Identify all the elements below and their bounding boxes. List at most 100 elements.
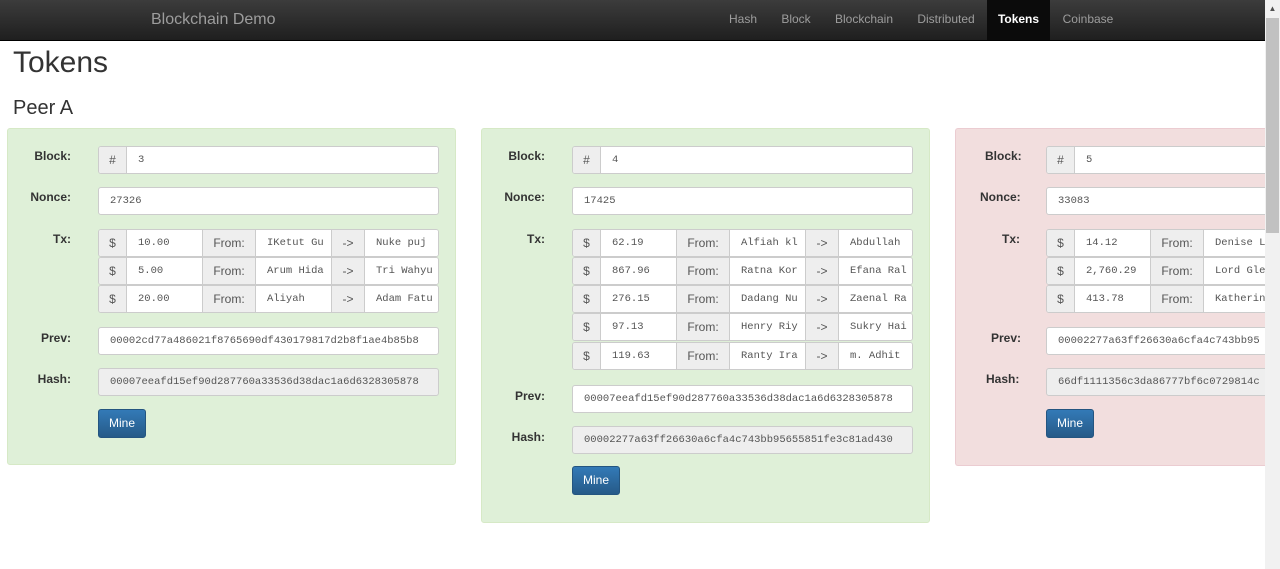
tx-label: Tx: xyxy=(1002,232,1020,246)
dollar-addon: $ xyxy=(1047,258,1074,284)
tx-amount-input[interactable]: 10.00 xyxy=(126,230,202,256)
tx-to-input[interactable]: Sukry Hai xyxy=(838,314,912,340)
nav-tokens[interactable]: Tokens xyxy=(987,0,1050,40)
dollar-addon: $ xyxy=(573,343,600,369)
tx-amount-input[interactable]: 276.15 xyxy=(600,286,676,312)
tx-row: $ 62.19 From: Alfiah kl -> Abdullah xyxy=(572,229,913,257)
block-number-input[interactable]: 4 xyxy=(600,147,912,173)
tx-from-input[interactable]: Dadang Nu xyxy=(729,286,805,312)
tx-from-input[interactable]: Ratna Kor xyxy=(729,258,805,284)
tx-amount-input[interactable]: 20.00 xyxy=(126,286,202,312)
from-addon: From: xyxy=(1150,230,1203,256)
navbar: Blockchain Demo Hash Block Blockchain Di… xyxy=(0,0,1265,41)
tx-row: $ 413.78 From: Katherin xyxy=(1046,285,1265,313)
tx-row: $ 5.00 From: Arum Hida -> Tri Wahyu xyxy=(98,257,439,285)
block-hash-field: 00002277a63ff26630a6cfa4c743bb95655851fe… xyxy=(572,426,913,454)
mine-button[interactable]: Mine xyxy=(98,409,146,438)
block-number-input[interactable]: 3 xyxy=(126,147,438,173)
block-card-2: Block: # 4 Nonce: 17425 Tx: $ 62.19 From… xyxy=(481,128,930,523)
vertical-scrollbar[interactable]: ▲ xyxy=(1265,0,1280,569)
dollar-addon: $ xyxy=(573,286,600,312)
hash-label: Hash: xyxy=(511,430,545,444)
from-addon: From: xyxy=(676,258,729,284)
nonce-label: Nonce: xyxy=(504,190,545,204)
tx-amount-input[interactable]: 413.78 xyxy=(1074,286,1150,312)
tx-row: $ 119.63 From: Ranty Ira -> m. Adhit xyxy=(572,342,913,370)
block-label: Block: xyxy=(985,149,1022,163)
arrow-addon: -> xyxy=(805,286,838,312)
arrow-addon: -> xyxy=(331,286,364,312)
arrow-addon: -> xyxy=(805,343,838,369)
from-addon: From: xyxy=(676,286,729,312)
prev-hash-input[interactable]: 00007eeafd15ef90d287760a33536d38dac1a6d6… xyxy=(572,385,913,413)
nav-coinbase[interactable]: Coinbase xyxy=(1050,0,1126,40)
block-number-group: # 4 xyxy=(572,146,913,174)
dollar-addon: $ xyxy=(1047,230,1074,256)
from-addon: From: xyxy=(202,230,255,256)
tx-to-input[interactable]: m. Adhit xyxy=(838,343,912,369)
tx-from-input[interactable]: Aliyah xyxy=(255,286,331,312)
tx-from-input[interactable]: Henry Riy xyxy=(729,314,805,340)
block-card-1: Block: # 3 Nonce: 27326 Tx: $ 10.00 From… xyxy=(7,128,456,465)
tx-row: $ 14.12 From: Denise L xyxy=(1046,229,1265,257)
from-addon: From: xyxy=(1150,258,1203,284)
tx-to-input[interactable]: Nuke puj xyxy=(364,230,438,256)
tx-amount-input[interactable]: 14.12 xyxy=(1074,230,1150,256)
tx-label: Tx: xyxy=(53,232,71,246)
nav-block[interactable]: Block xyxy=(769,0,823,40)
block-number-group: # 3 xyxy=(98,146,439,174)
tx-to-input[interactable]: Abdullah xyxy=(838,230,912,256)
from-addon: From: xyxy=(1150,286,1203,312)
tx-amount-input[interactable]: 867.96 xyxy=(600,258,676,284)
block-number-input[interactable]: 5 xyxy=(1074,147,1265,173)
nonce-input[interactable]: 17425 xyxy=(572,187,913,215)
tx-from-input[interactable]: Alfiah kl xyxy=(729,230,805,256)
tx-from-input[interactable]: Lord Gle xyxy=(1203,258,1265,284)
brand-link[interactable]: Blockchain Demo xyxy=(151,11,276,29)
prev-label: Prev: xyxy=(991,331,1022,345)
tx-row: $ 276.15 From: Dadang Nu -> Zaenal Ra xyxy=(572,285,913,313)
dollar-addon: $ xyxy=(573,258,600,284)
tx-to-input[interactable]: Adam Fatu xyxy=(364,286,438,312)
tx-amount-input[interactable]: 119.63 xyxy=(600,343,676,369)
tx-from-input[interactable]: Ranty Ira xyxy=(729,343,805,369)
tx-to-input[interactable]: Zaenal Ra xyxy=(838,286,912,312)
prev-label: Prev: xyxy=(514,389,545,403)
tx-row: $ 867.96 From: Ratna Kor -> Efana Ral xyxy=(572,257,913,285)
arrow-addon: -> xyxy=(331,258,364,284)
dollar-addon: $ xyxy=(99,286,126,312)
hash-label: Hash: xyxy=(37,372,71,386)
nonce-input[interactable]: 33083 xyxy=(1046,187,1265,215)
prev-hash-input[interactable]: 00002277a63ff26630a6cfa4c743bb95 xyxy=(1046,327,1265,355)
tx-to-input[interactable]: Tri Wahyu xyxy=(364,258,438,284)
tx-amount-input[interactable]: 97.13 xyxy=(600,314,676,340)
prev-hash-input[interactable]: 00002cd77a486021f8765690df430179817d2b8f… xyxy=(98,327,439,355)
mine-button[interactable]: Mine xyxy=(572,466,620,495)
from-addon: From: xyxy=(676,343,729,369)
dollar-addon: $ xyxy=(1047,286,1074,312)
tx-from-input[interactable]: Denise L xyxy=(1203,230,1265,256)
scroll-up-arrow-icon[interactable]: ▲ xyxy=(1265,0,1280,17)
tx-from-input[interactable]: IKetut Gu xyxy=(255,230,331,256)
tx-from-input[interactable]: Arum Hida xyxy=(255,258,331,284)
tx-amount-input[interactable]: 5.00 xyxy=(126,258,202,284)
tx-from-input[interactable]: Katherin xyxy=(1203,286,1265,312)
tx-row: $ 20.00 From: Aliyah -> Adam Fatu xyxy=(98,285,439,313)
page-title: Tokens xyxy=(13,46,109,79)
hash-sign-addon: # xyxy=(1047,147,1074,173)
hash-sign-addon: # xyxy=(573,147,600,173)
nav-hash[interactable]: Hash xyxy=(717,0,769,40)
nonce-input[interactable]: 27326 xyxy=(98,187,439,215)
nav-distributed[interactable]: Distributed xyxy=(905,0,987,40)
tx-amount-input[interactable]: 62.19 xyxy=(600,230,676,256)
hash-label: Hash: xyxy=(986,372,1020,386)
mine-button[interactable]: Mine xyxy=(1046,409,1094,438)
hash-sign-addon: # xyxy=(99,147,126,173)
nonce-label: Nonce: xyxy=(30,190,71,204)
tx-to-input[interactable]: Efana Ral xyxy=(838,258,912,284)
scroll-thumb[interactable] xyxy=(1266,18,1279,233)
arrow-addon: -> xyxy=(805,230,838,256)
tx-amount-input[interactable]: 2,760.29 xyxy=(1074,258,1150,284)
nav-blockchain[interactable]: Blockchain xyxy=(823,0,905,40)
block-label: Block: xyxy=(508,149,545,163)
